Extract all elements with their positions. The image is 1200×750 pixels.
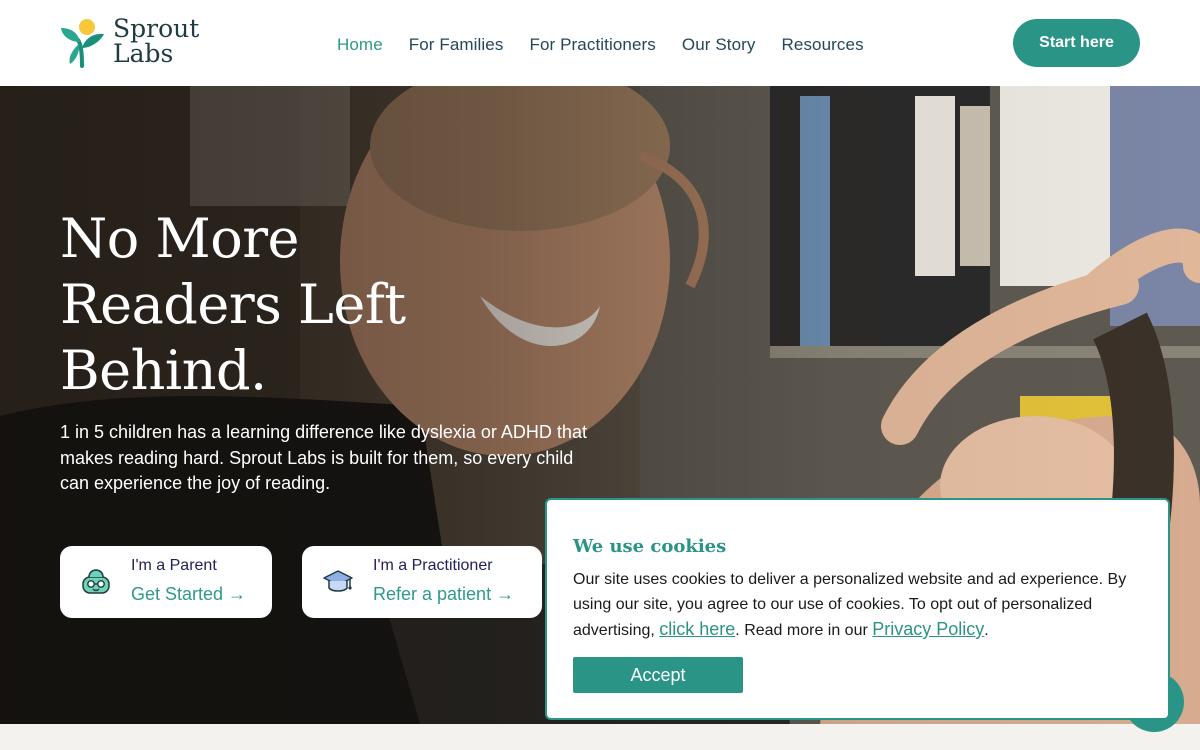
nav-our-story[interactable]: Our Story (682, 35, 756, 55)
cookie-text-middle: . Read more in our (735, 622, 873, 639)
accept-cookies-button[interactable]: Accept (573, 657, 743, 693)
refer-patient-link[interactable]: Refer a patient → (373, 584, 514, 605)
parent-card[interactable]: I'm a Parent Get Started → (60, 546, 272, 618)
get-started-link[interactable]: Get Started → (131, 584, 246, 605)
logo-wordmark: Sprout Labs (113, 16, 199, 66)
hero-subtext: 1 in 5 children has a learning differenc… (60, 422, 587, 493)
hero-headline: No More Readers Left Behind. (60, 206, 480, 404)
child-face-icon (82, 569, 110, 594)
cookie-text-after: . (984, 622, 989, 639)
sprout-labs-logo[interactable]: Sprout Labs (60, 16, 210, 72)
sprout-logo-icon (61, 19, 104, 68)
logo-line2: Labs (113, 39, 174, 68)
logo-line1: Sprout (113, 14, 200, 43)
nav-for-families[interactable]: For Families (409, 35, 504, 55)
nav-home[interactable]: Home (337, 35, 383, 55)
cookie-title: We use cookies (573, 536, 727, 557)
practitioner-card-title: I'm a Practitioner (373, 557, 493, 574)
practitioner-card[interactable]: I'm a Practitioner Refer a patient → (302, 546, 542, 618)
nav-for-practitioners[interactable]: For Practitioners (529, 35, 655, 55)
graduation-cap-icon (323, 570, 353, 592)
cookie-banner: We use cookies Our site uses cookies to … (545, 498, 1170, 720)
cookie-text: Our site uses cookies to deliver a perso… (573, 567, 1133, 643)
headline-line3: Behind. (60, 339, 267, 402)
nav-resources[interactable]: Resources (782, 35, 864, 55)
headline-line1: No More (60, 207, 300, 270)
headline-line2: Readers Left (60, 273, 406, 336)
opt-out-link[interactable]: click here (659, 619, 735, 639)
main-nav: Home For Families For Practitioners Our … (337, 35, 864, 55)
start-here-button[interactable]: Start here (1013, 19, 1140, 67)
site-header: Sprout Labs Home For Families For Practi… (0, 0, 1200, 86)
privacy-policy-link[interactable]: Privacy Policy (872, 619, 984, 639)
parent-card-title: I'm a Parent (131, 557, 217, 574)
